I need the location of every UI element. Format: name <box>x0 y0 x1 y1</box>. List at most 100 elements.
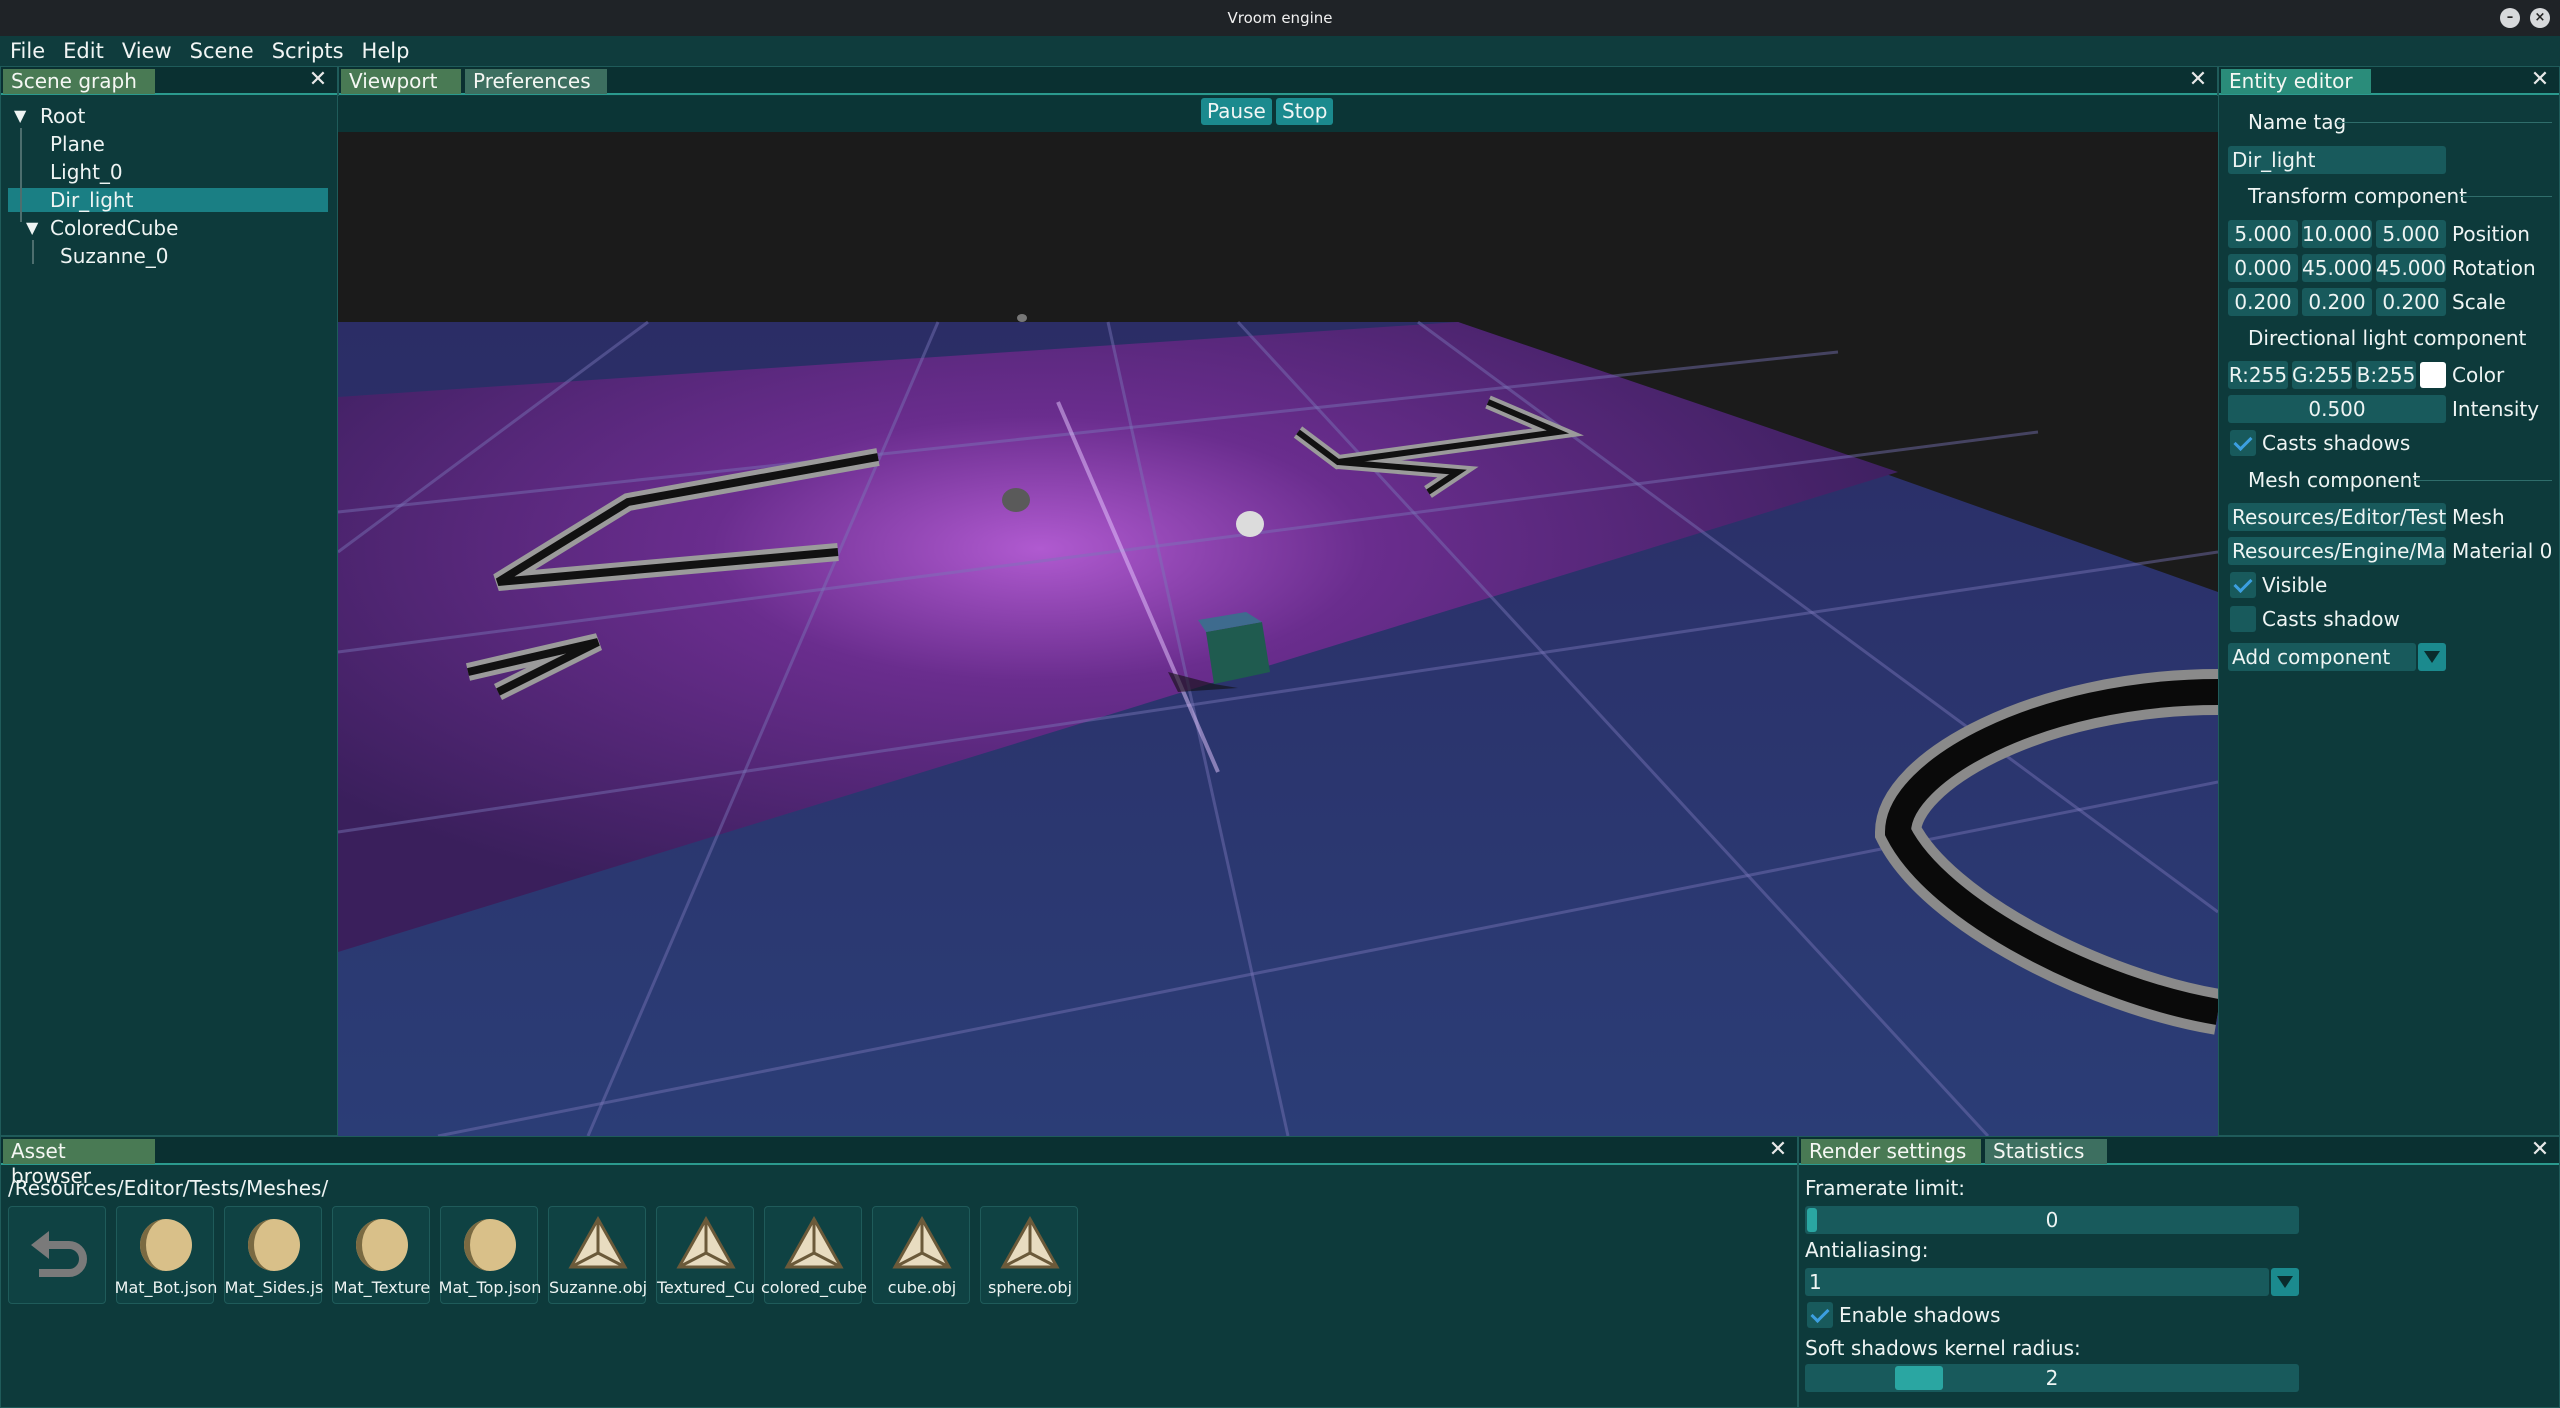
tab-render-settings[interactable]: Render settings <box>1801 1139 1981 1164</box>
rotation-x-field[interactable]: 0.000 <box>2228 254 2298 282</box>
tab-preferences[interactable]: Preferences <box>465 69 607 94</box>
close-icon[interactable]: ✕ <box>2187 69 2209 91</box>
mesh-section-label: Mesh component <box>2248 468 2421 492</box>
framerate-slider[interactable]: 0 <box>1805 1206 2299 1234</box>
menu-help[interactable]: Help <box>362 39 410 63</box>
app-window: Vroom engine – × File Edit View Scene Sc… <box>0 0 2560 1408</box>
mesh-label: Mesh <box>2452 505 2505 529</box>
asset-label: Suzanne.obj <box>548 1278 648 1297</box>
pause-button[interactable]: Pause <box>1201 98 1272 125</box>
undo-arrow-icon <box>31 1231 87 1277</box>
tab-scene-graph[interactable]: Scene graph <box>3 69 155 94</box>
asset-label: Mat_Bot.json <box>114 1278 218 1297</box>
minimize-icon[interactable]: – <box>2500 8 2520 28</box>
menu-scripts[interactable]: Scripts <box>272 39 344 63</box>
menu-bar: File Edit View Scene Scripts Help <box>0 36 2560 66</box>
separator <box>2460 196 2552 197</box>
position-label: Position <box>2452 222 2530 246</box>
color-b-field[interactable]: B:255 <box>2356 361 2416 389</box>
tree-item-plane[interactable]: Plane <box>50 131 105 157</box>
tree-guide-line <box>32 240 34 264</box>
casts-shadows-checkbox[interactable] <box>2230 430 2256 456</box>
tree-item-light-0[interactable]: Light_0 <box>50 159 123 185</box>
viewport-3d-view[interactable] <box>338 132 2218 1136</box>
soft-shadows-slider[interactable]: 2 <box>1805 1364 2299 1392</box>
rotation-label: Rotation <box>2452 256 2536 280</box>
collapse-arrow-icon[interactable]: ▼ <box>14 103 26 129</box>
position-x-field[interactable]: 5.000 <box>2228 220 2298 248</box>
menu-view[interactable]: View <box>122 39 172 63</box>
window-title: Vroom engine <box>1227 9 1333 27</box>
material-label: Material 0 <box>2452 539 2553 563</box>
transform-section-label: Transform component <box>2248 184 2467 208</box>
slider-grab[interactable] <box>1895 1366 1943 1390</box>
collapse-arrow-icon[interactable]: ▼ <box>26 215 38 241</box>
name-tag-input[interactable]: Dir_light <box>2228 146 2446 174</box>
tree-guide-line <box>20 128 22 222</box>
mesh-path-field[interactable]: Resources/Editor/Tests <box>2228 503 2446 531</box>
tab-entity-editor[interactable]: Entity editor <box>2221 69 2371 94</box>
chevron-down-icon[interactable] <box>2418 643 2446 671</box>
casts-shadow-checkbox[interactable] <box>2230 606 2256 632</box>
slider-grab[interactable] <box>1807 1208 1817 1232</box>
intensity-label: Intensity <box>2452 397 2540 421</box>
asset-label: cube.obj <box>887 1278 957 1297</box>
scene-render <box>338 132 2218 1136</box>
soft-shadows-value: 2 <box>2045 1366 2059 1390</box>
scale-z-field[interactable]: 0.200 <box>2376 288 2446 316</box>
menu-file[interactable]: File <box>10 39 45 63</box>
scale-x-field[interactable]: 0.200 <box>2228 288 2298 316</box>
menu-scene[interactable]: Scene <box>190 39 254 63</box>
close-icon[interactable]: ✕ <box>1767 1139 1789 1161</box>
close-icon[interactable]: ✕ <box>307 69 329 91</box>
enable-shadows-label: Enable shadows <box>1839 1303 2001 1327</box>
rotation-z-field[interactable]: 45.000 <box>2376 254 2446 282</box>
color-label: Color <box>2452 363 2505 387</box>
viewport-tabbar: Viewport Preferences ✕ <box>339 67 2217 95</box>
stop-button[interactable]: Stop <box>1276 98 1334 125</box>
render-settings-tabbar: Render settings Statistics ✕ <box>1799 1137 2559 1165</box>
separator <box>2336 122 2552 123</box>
intensity-slider[interactable]: 0.500 <box>2228 395 2446 423</box>
asset-label: Mat_Sides.js <box>224 1278 324 1297</box>
casts-shadows-label: Casts shadows <box>2262 431 2411 455</box>
menu-edit[interactable]: Edit <box>63 39 104 63</box>
casts-shadow-label: Casts shadow <box>2262 607 2400 631</box>
enable-shadows-checkbox[interactable] <box>1807 1302 1833 1328</box>
antialiasing-label: Antialiasing: <box>1805 1238 1929 1262</box>
asset-label: Mat_Texture <box>333 1278 431 1297</box>
asset-label: colored_cube <box>761 1278 867 1297</box>
color-swatch[interactable] <box>2420 362 2446 388</box>
tree-item-root[interactable]: Root <box>40 103 85 129</box>
scale-label: Scale <box>2452 290 2506 314</box>
add-component-dropdown[interactable]: Add component <box>2228 643 2416 671</box>
antialiasing-select[interactable]: 1 <box>1805 1268 2269 1296</box>
scene-graph-tabbar: Scene graph ✕ <box>1 67 337 95</box>
position-y-field[interactable]: 10.000 <box>2302 220 2372 248</box>
title-bar: Vroom engine – × <box>0 0 2560 36</box>
asset-label: Textured_Cu <box>656 1278 756 1297</box>
name-tag-label: Name tag <box>2248 110 2347 134</box>
tree-item-suzanne-0[interactable]: Suzanne_0 <box>60 243 169 269</box>
close-icon[interactable]: ✕ <box>2529 69 2551 91</box>
asset-path: /Resources/Editor/Tests/Meshes/ <box>8 1176 329 1200</box>
tree-item-colored-cube[interactable]: ColoredCube <box>50 215 178 241</box>
material-path-field[interactable]: Resources/Engine/Mate <box>2228 537 2446 565</box>
tab-asset-browser[interactable]: Asset browser <box>3 1139 155 1188</box>
framerate-label: Framerate limit: <box>1805 1176 1966 1200</box>
close-icon[interactable]: × <box>2530 8 2550 28</box>
back-button[interactable] <box>8 1206 106 1304</box>
soft-shadows-label: Soft shadows kernel radius: <box>1805 1336 2081 1360</box>
separator <box>2414 480 2552 481</box>
tab-statistics[interactable]: Statistics <box>1985 1139 2107 1164</box>
tree-item-dir-light[interactable]: Dir_light <box>50 187 134 213</box>
rotation-y-field[interactable]: 45.000 <box>2302 254 2372 282</box>
tab-viewport[interactable]: Viewport <box>341 69 461 94</box>
chevron-down-icon[interactable] <box>2271 1268 2299 1296</box>
color-g-field[interactable]: G:255 <box>2292 361 2352 389</box>
close-icon[interactable]: ✕ <box>2529 1139 2551 1161</box>
position-z-field[interactable]: 5.000 <box>2376 220 2446 248</box>
visible-checkbox[interactable] <box>2230 572 2256 598</box>
color-r-field[interactable]: R:255 <box>2228 361 2288 389</box>
scale-y-field[interactable]: 0.200 <box>2302 288 2372 316</box>
